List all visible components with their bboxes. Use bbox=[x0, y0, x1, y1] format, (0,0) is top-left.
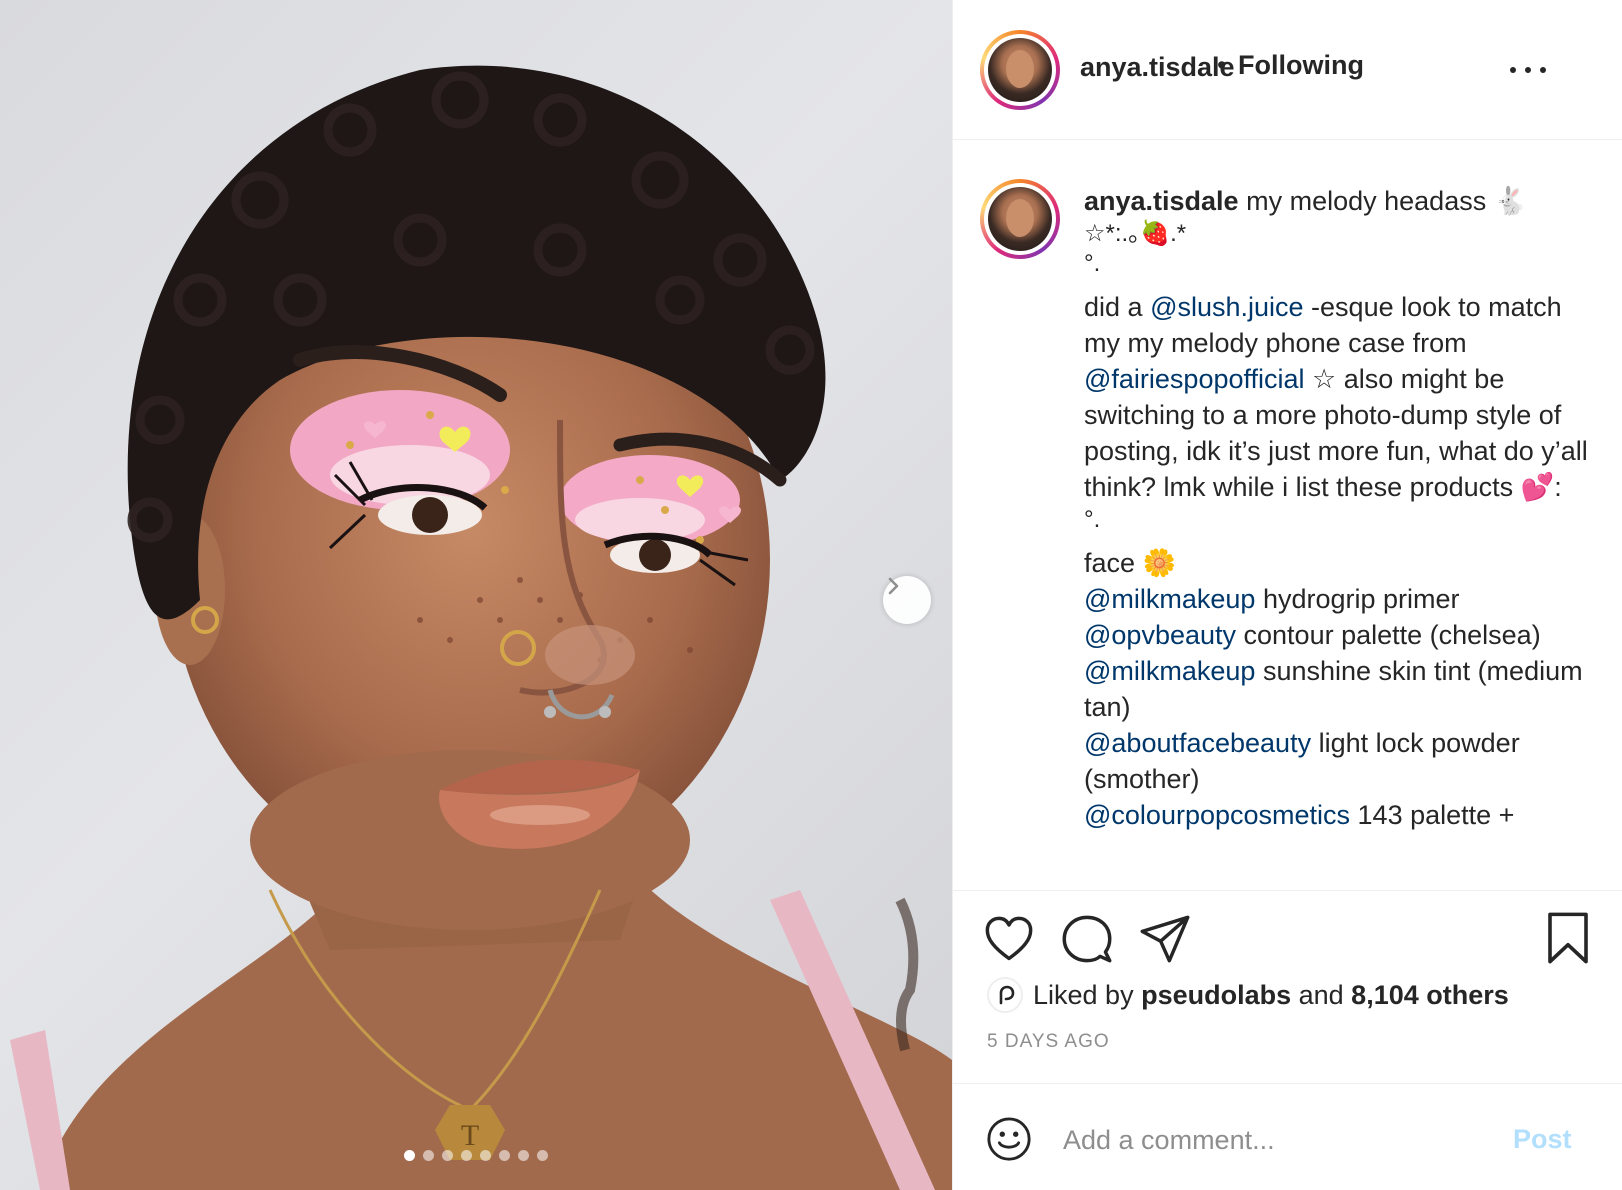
rabbit-emoji: 🐇 bbox=[1493, 186, 1528, 216]
carousel-indicator bbox=[0, 1150, 952, 1161]
save-button[interactable] bbox=[1545, 911, 1591, 970]
carousel-dot bbox=[480, 1150, 491, 1161]
post-side-panel: anya.tisdale • Following anya.tisdale my… bbox=[952, 0, 1622, 1190]
carousel-dot bbox=[442, 1150, 453, 1161]
mention-link[interactable]: @milkmakeup bbox=[1084, 656, 1255, 686]
svg-text:T: T bbox=[461, 1119, 479, 1152]
likes-count[interactable]: 8,104 others bbox=[1351, 980, 1509, 1011]
likes-summary: Liked by pseudolabs and 8,104 others bbox=[987, 975, 1509, 1015]
caption-avatar[interactable] bbox=[980, 179, 1060, 259]
emoji-button[interactable] bbox=[986, 1116, 1032, 1167]
mention-link[interactable]: @opvbeauty bbox=[1084, 620, 1236, 650]
post-actions: Liked by pseudolabs and 8,104 others 5 D… bbox=[953, 890, 1622, 1190]
emoji-icon bbox=[987, 1117, 1031, 1161]
comment-button[interactable] bbox=[1061, 913, 1113, 970]
bookmark-icon bbox=[1548, 912, 1588, 964]
liked-by-user[interactable]: pseudolabs bbox=[1141, 980, 1291, 1011]
avatar[interactable] bbox=[980, 30, 1060, 110]
caption-text: anya.tisdale my melody headass 🐇 ☆*:.｡🍓.… bbox=[1084, 183, 1594, 833]
follow-status-button[interactable]: Following bbox=[1238, 50, 1364, 81]
product-line: @colourpopcosmetics 143 palette + bbox=[1084, 800, 1515, 830]
product-line: @aboutfacebeauty light lock powder (smot… bbox=[1084, 728, 1520, 794]
like-button[interactable] bbox=[983, 913, 1035, 970]
caption-line1: my melody headass bbox=[1246, 186, 1487, 216]
mention-link[interactable]: @milkmakeup bbox=[1084, 584, 1255, 614]
share-button[interactable] bbox=[1139, 913, 1191, 970]
heart-icon bbox=[985, 916, 1033, 961]
liker-logo-icon bbox=[999, 985, 1015, 1005]
more-options-button[interactable] bbox=[1510, 55, 1546, 85]
next-slide-button[interactable] bbox=[883, 576, 931, 624]
comment-bar: Post bbox=[953, 1083, 1622, 1190]
carousel-dot bbox=[423, 1150, 434, 1161]
caption-decoration: ☆*:.｡🍓.* bbox=[1084, 220, 1187, 247]
carousel-dot bbox=[404, 1150, 415, 1161]
caption-paragraph: did a @slush.juice -esque look to match … bbox=[1084, 292, 1588, 502]
more-icon bbox=[1510, 67, 1516, 73]
chevron-right-icon bbox=[888, 577, 899, 595]
post-header: anya.tisdale • Following bbox=[953, 0, 1622, 140]
carousel-dot bbox=[537, 1150, 548, 1161]
header-username[interactable]: anya.tisdale bbox=[1080, 52, 1235, 83]
carousel-dot bbox=[518, 1150, 529, 1161]
caption-username[interactable]: anya.tisdale bbox=[1084, 186, 1239, 216]
caption-section: anya.tisdale my melody headass 🐇 ☆*:.｡🍓.… bbox=[953, 141, 1622, 890]
post-comment-button[interactable]: Post bbox=[1513, 1124, 1572, 1155]
share-icon bbox=[1140, 915, 1190, 963]
portrait-illustration: T bbox=[10, 65, 952, 1190]
caption-decoration: °. bbox=[1084, 250, 1101, 277]
product-line: @milkmakeup sunshine skin tint (medium t… bbox=[1084, 656, 1583, 722]
comment-icon bbox=[1062, 915, 1112, 963]
mention-link[interactable]: @aboutfacebeauty bbox=[1084, 728, 1311, 758]
caption-decoration: °. bbox=[1084, 506, 1101, 533]
product-line: @milkmakeup hydrogrip primer bbox=[1084, 584, 1460, 614]
post-timestamp[interactable]: 5 DAYS AGO bbox=[987, 1031, 1110, 1053]
carousel-dot bbox=[499, 1150, 510, 1161]
liker-avatar[interactable] bbox=[987, 977, 1023, 1013]
face-label: face 🌼 bbox=[1084, 548, 1177, 578]
header-separator: • bbox=[1217, 50, 1227, 80]
comment-input[interactable] bbox=[1063, 1120, 1483, 1160]
post-photo[interactable]: T bbox=[0, 0, 952, 1190]
carousel-dot bbox=[461, 1150, 472, 1161]
mention-link[interactable]: @fairiespopofficial bbox=[1084, 364, 1305, 394]
product-line: @opvbeauty contour palette (chelsea) bbox=[1084, 620, 1541, 650]
mention-link[interactable]: @slush.juice bbox=[1150, 292, 1303, 322]
mention-link[interactable]: @colourpopcosmetics bbox=[1084, 800, 1350, 830]
